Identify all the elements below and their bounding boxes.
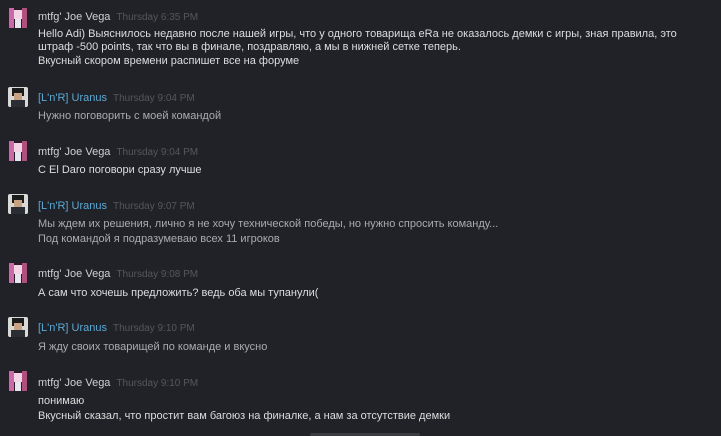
author-name[interactable]: [L'n'R] Uranus xyxy=(38,200,107,212)
message-line: штраф -500 points, так что вы в финале, … xyxy=(38,41,461,53)
joe-avatar-icon[interactable] xyxy=(8,371,28,391)
joe-avatar-icon[interactable] xyxy=(8,8,28,28)
message-timestamp: Thursday 9:10 PM xyxy=(116,378,199,389)
author-name[interactable]: [L'n'R] Uranus xyxy=(38,322,107,334)
message-line: Под командой я подразумеваю всех 11 игро… xyxy=(38,233,280,245)
uranus-avatar-icon[interactable] xyxy=(8,87,28,107)
message-line: Нужно поговорить с моей командой xyxy=(38,110,222,122)
author-name[interactable]: mtfg' Joe Vega xyxy=(38,268,110,280)
message-line: С El Daro поговори сразу лучше xyxy=(38,164,202,176)
message-timestamp: Thursday 9:08 PM xyxy=(116,269,199,280)
message-line: Вкусный скором времени распишет все на ф… xyxy=(38,55,300,67)
uranus-avatar-icon[interactable] xyxy=(8,194,28,214)
joe-avatar-icon[interactable] xyxy=(8,141,28,161)
message-line: понимаю xyxy=(38,395,85,407)
message-timestamp: Thursday 9:04 PM xyxy=(113,93,195,104)
author-name[interactable]: mtfg' Joe Vega xyxy=(38,11,110,23)
message-timestamp: Thursday 9:07 PM xyxy=(113,201,195,212)
message-line: Мы ждем их решения, лично я не хочу техн… xyxy=(38,218,499,230)
author-name[interactable]: mtfg' Joe Vega xyxy=(38,377,110,389)
joe-avatar-icon[interactable] xyxy=(8,263,28,283)
message-timestamp: Thursday 6:35 PM xyxy=(116,12,199,23)
message-line: Hello Adi) Выяснилось недавно после наше… xyxy=(38,28,677,40)
message-line: Вкусный сказал, что простит вам багоюз н… xyxy=(38,410,451,422)
author-name[interactable]: mtfg' Joe Vega xyxy=(38,146,110,158)
uranus-avatar-icon[interactable] xyxy=(8,317,28,337)
message-timestamp: Thursday 9:10 PM xyxy=(113,323,195,334)
message-timestamp: Thursday 9:04 PM xyxy=(116,147,199,158)
message-line: А сам что хочешь предложить? ведь оба мы… xyxy=(38,287,319,299)
message-line: Я жду своих товарищей по команде и вкусн… xyxy=(38,341,268,353)
chat-log: mtfg' Joe Vega Thursday 6:35 PM Hello Adi… xyxy=(0,0,721,436)
author-name[interactable]: [L'n'R] Uranus xyxy=(38,92,107,104)
